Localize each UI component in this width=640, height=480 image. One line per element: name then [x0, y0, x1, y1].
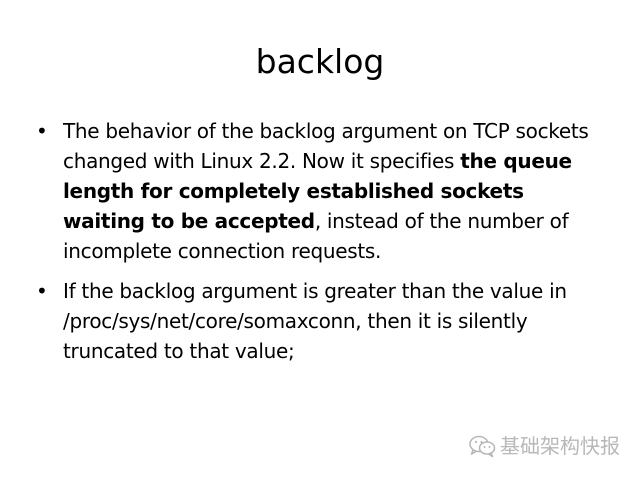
bullet-marker: •: [36, 279, 48, 303]
slide-title: backlog: [255, 42, 385, 81]
bullet-item-behavior: • The behavior of the backlog argument o…: [36, 116, 606, 266]
watermark-text: 基础架构快报: [500, 434, 620, 458]
wechat-icon: [469, 435, 496, 458]
slide: backlog • The behavior of the backlog ar…: [0, 0, 640, 480]
bullet-text: If the backlog argument is greater than …: [63, 279, 567, 363]
bullet-marker: •: [36, 119, 48, 143]
bullet-list: • The behavior of the backlog argument o…: [36, 116, 606, 376]
watermark: 基础架构快报: [468, 434, 620, 458]
bullet-item-somaxconn: • If the backlog argument is greater tha…: [36, 276, 606, 366]
